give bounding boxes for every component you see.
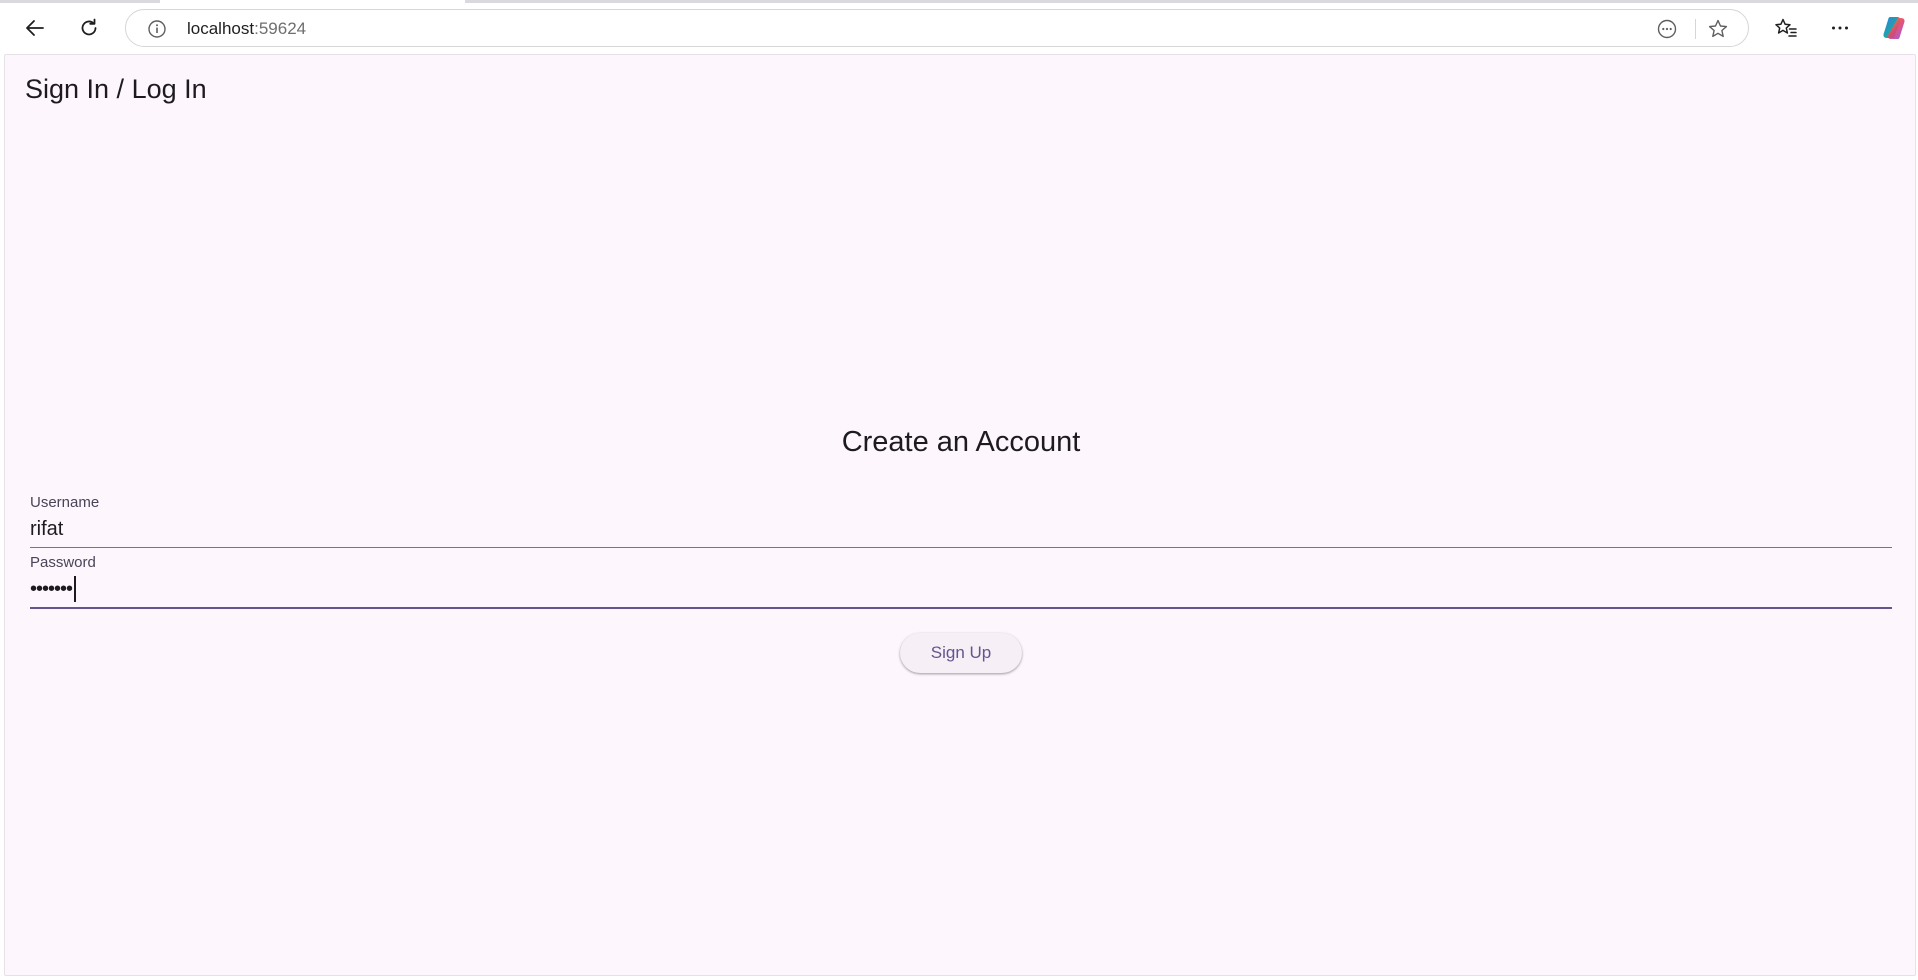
username-input[interactable]: rifat [30,516,63,542]
favorites-button[interactable] [1768,10,1804,46]
more-dots-icon [1832,26,1848,30]
url-host: localhost [187,19,255,38]
reload-icon [81,18,97,36]
copilot-button[interactable] [1876,10,1912,46]
address-bar-separator [1695,19,1696,39]
reload-button[interactable] [71,10,107,46]
username-underline [30,547,1892,548]
back-button[interactable] [17,10,53,46]
username-field[interactable]: Username rifat [30,494,1892,549]
sign-up-button[interactable]: Sign Up [900,633,1022,673]
site-info-icon[interactable] [146,18,168,40]
arrow-left-icon [26,20,44,36]
favorite-star-icon[interactable] [1707,18,1729,40]
copilot-icon [1883,17,1905,39]
password-masked-value: ••••••• [30,578,73,600]
url-port: :59624 [254,19,307,38]
username-label: Username [30,494,100,511]
form-heading: Create an Account [841,426,1081,458]
address-url[interactable]: localhost:59624 [187,19,306,39]
read-aloud-icon[interactable] [1656,18,1678,40]
password-label: Password [30,554,96,571]
app-viewport: Sign In / Log In Create an Account Usern… [4,54,1916,976]
text-caret [74,576,77,602]
password-input[interactable]: ••••••• [30,576,77,602]
password-field[interactable]: Password ••••••• [30,554,1892,610]
app-bar-title: Sign In / Log In [25,74,207,104]
tab-strip-edge [465,0,1918,3]
password-underline-focused [30,607,1892,609]
tab-strip-edge [0,0,160,3]
favorites-list-icon [1775,18,1797,37]
browser-toolbar: localhost:59624 [0,0,1918,54]
address-bar[interactable]: localhost:59624 [125,9,1749,47]
settings-more-button[interactable] [1822,10,1858,46]
